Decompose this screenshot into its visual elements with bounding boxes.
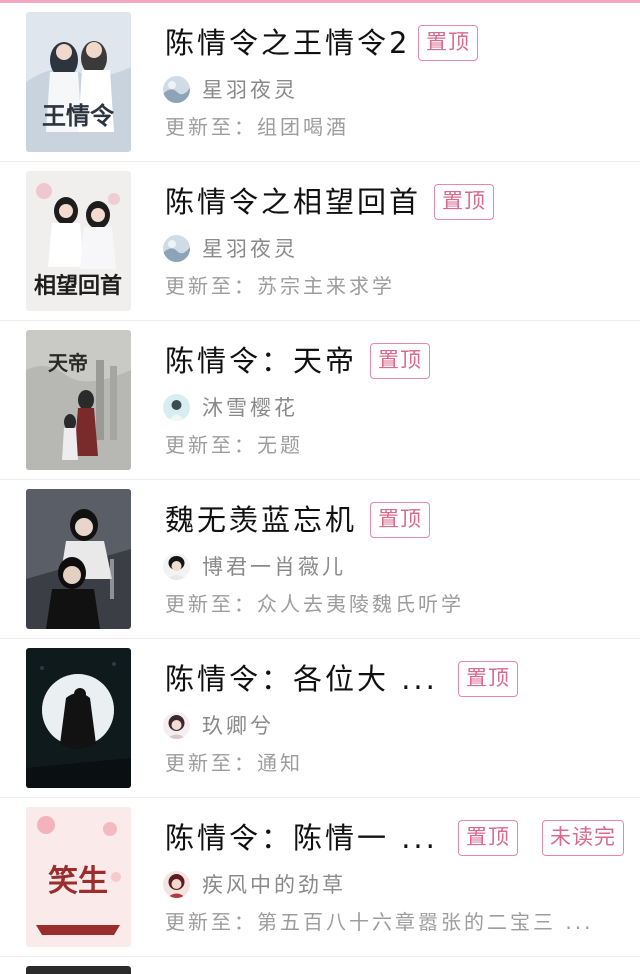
author-row: 疾风中的劲草: [163, 870, 346, 898]
author-row: 星羽夜灵: [163, 234, 298, 262]
book-title[interactable]: 陈情令：天帝: [165, 343, 357, 379]
author-row: 沐雪樱花: [163, 393, 298, 421]
cover-title: 天帝: [48, 351, 88, 375]
next-book-cover[interactable]: [26, 966, 131, 974]
latest-chapter: 更新至：通知: [165, 751, 303, 775]
list-item[interactable]: 魏无羡蓝忘机 置顶 博君一肖薇儿 更新至：众人去夷陵魏氏听学: [0, 480, 640, 639]
cover-title: 王情令: [42, 101, 115, 130]
author-name: 疾风中的劲草: [202, 873, 346, 897]
list-item[interactable]: 笑生 陈情令：陈情一 ... 置顶 未读完 疾风中的劲草 更新至：第五百八十六章…: [0, 798, 640, 957]
book-cover[interactable]: 相望回首: [26, 171, 131, 311]
list-item[interactable]: 陈情令：各位大 ... 置顶 玖卿兮 更新至：通知: [0, 639, 640, 798]
author-avatar: [163, 393, 190, 421]
pin-badge: 置顶: [458, 820, 518, 856]
pin-badge: 置顶: [418, 25, 478, 61]
book-title[interactable]: 陈情令：各位大 ...: [165, 661, 438, 697]
author-avatar: [163, 234, 190, 262]
latest-chapter: 更新至：组团喝酒: [165, 115, 349, 139]
book-cover[interactable]: 王情令: [26, 12, 131, 152]
author-avatar: [163, 552, 190, 580]
author-avatar: [163, 870, 190, 898]
book-list: 王情令 陈情令之王情令2 置顶 星羽夜灵 更新至：组团喝酒 相望回首 陈情令之相…: [0, 3, 640, 957]
author-avatar: [163, 711, 190, 739]
book-title[interactable]: 陈情令之王情令2: [165, 25, 410, 61]
pin-badge: 置顶: [458, 661, 518, 697]
pin-badge: 置顶: [434, 184, 494, 220]
latest-chapter: 更新至：第五百八十六章嚣张的二宝三 ...: [165, 910, 594, 934]
list-item[interactable]: 王情令 陈情令之王情令2 置顶 星羽夜灵 更新至：组团喝酒: [0, 3, 640, 162]
list-item[interactable]: 天帝 陈情令：天帝 置顶 沐雪樱花 更新至：无题: [0, 321, 640, 480]
author-row: 博君一肖薇儿: [163, 552, 346, 580]
book-title[interactable]: 陈情令：陈情一 ...: [165, 820, 438, 856]
book-cover[interactable]: 笑生: [26, 807, 131, 947]
author-name: 玖卿兮: [202, 714, 274, 738]
author-name: 沐雪樱花: [202, 396, 298, 420]
latest-chapter: 更新至：众人去夷陵魏氏听学: [165, 592, 464, 616]
author-row: 玖卿兮: [163, 711, 274, 739]
book-cover[interactable]: [26, 648, 131, 788]
book-title[interactable]: 陈情令之相望回首: [165, 184, 421, 220]
list-item[interactable]: 相望回首 陈情令之相望回首 置顶 星羽夜灵 更新至：苏宗主来求学: [0, 162, 640, 321]
cover-title: 笑生: [48, 864, 108, 899]
author-name: 星羽夜灵: [202, 78, 298, 102]
latest-chapter: 更新至：无题: [165, 433, 303, 457]
unread-badge: 未读完: [542, 820, 624, 856]
book-cover[interactable]: [26, 489, 131, 629]
author-row: 星羽夜灵: [163, 75, 298, 103]
latest-chapter: 更新至：苏宗主来求学: [165, 274, 395, 298]
book-cover[interactable]: 天帝: [26, 330, 131, 470]
pin-badge: 置顶: [370, 502, 430, 538]
book-title[interactable]: 魏无羡蓝忘机: [165, 502, 357, 538]
pin-badge: 置顶: [370, 343, 430, 379]
author-name: 博君一肖薇儿: [202, 555, 346, 579]
cover-title: 相望回首: [34, 273, 122, 299]
author-name: 星羽夜灵: [202, 237, 298, 261]
author-avatar: [163, 75, 190, 103]
